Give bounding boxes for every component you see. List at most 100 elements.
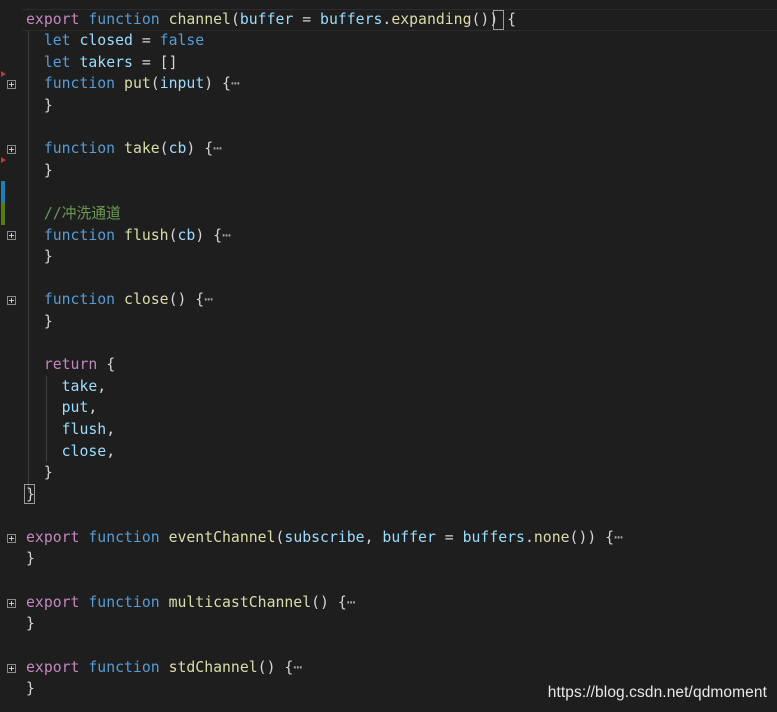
method-name: none: [533, 529, 570, 546]
code-line[interactable]: }: [26, 311, 53, 333]
punctuation: ) {: [195, 227, 223, 244]
variable-name: closed: [79, 32, 133, 49]
comment: //冲洗通道: [43, 205, 121, 222]
code-line[interactable]: }: [26, 548, 35, 570]
close-brace: }: [43, 162, 53, 179]
code-line[interactable]: flush,: [26, 419, 115, 441]
code-line[interactable]: function close() {⋯: [26, 289, 213, 311]
folded-ellipsis-icon[interactable]: ⋯: [213, 140, 222, 157]
code-line[interactable]: export function multicastChannel() {⋯: [26, 592, 356, 614]
code-line[interactable]: close,: [26, 441, 115, 463]
code-line[interactable]: }: [26, 246, 53, 268]
punctuation: .: [524, 529, 534, 546]
identifier: take: [61, 378, 98, 395]
identifier: buffers: [320, 11, 383, 28]
parameter: cb: [177, 227, 196, 244]
punctuation: () {: [311, 594, 347, 611]
punctuation: (: [159, 140, 169, 157]
folded-ellipsis-icon[interactable]: ⋯: [231, 75, 240, 92]
close-brace: }: [26, 615, 35, 632]
code-line[interactable]: put,: [26, 397, 98, 419]
code-line[interactable]: }: [26, 462, 53, 484]
close-brace: }: [26, 486, 35, 503]
code-line[interactable]: export function eventChannel(subscribe, …: [26, 527, 623, 549]
variable-name: takers: [79, 54, 133, 71]
code-line[interactable]: function flush(cb) {⋯: [26, 225, 231, 247]
punctuation: ) {: [204, 75, 231, 92]
punctuation: ,: [106, 421, 116, 438]
folded-ellipsis-icon[interactable]: ⋯: [347, 594, 356, 611]
keyword-function: function: [88, 11, 160, 28]
code-line[interactable]: export function stdChannel() {⋯: [26, 657, 302, 679]
keyword-function: function: [43, 227, 116, 244]
close-brace: }: [43, 313, 53, 330]
code-line[interactable]: }: [26, 613, 35, 635]
code-editor[interactable]: export function channel(buffer = buffers…: [0, 0, 777, 712]
keyword-export: export: [26, 659, 80, 676]
close-brace: }: [43, 97, 53, 114]
code-line[interactable]: function take(cb) {⋯: [26, 138, 222, 160]
code-line[interactable]: export function channel(buffer = buffers…: [26, 9, 516, 31]
keyword-export: export: [26, 11, 80, 28]
keyword-function: function: [88, 659, 160, 676]
keyword-let: let: [43, 54, 71, 71]
punctuation: (: [230, 11, 240, 28]
fold-expand-icon[interactable]: [7, 145, 16, 154]
code-line[interactable]: }: [26, 95, 53, 117]
fold-expand-icon[interactable]: [7, 599, 16, 608]
folded-ellipsis-icon[interactable]: ⋯: [293, 659, 302, 676]
function-name: stdChannel: [168, 659, 258, 676]
parameter: input: [159, 75, 205, 92]
keyword-function: function: [88, 594, 160, 611]
identifier: flush: [61, 421, 107, 438]
punctuation: ,: [88, 399, 98, 416]
identifier: put: [61, 399, 89, 416]
punctuation: () {: [168, 291, 205, 308]
folded-ellipsis-icon[interactable]: ⋯: [222, 227, 231, 244]
keyword-export: export: [26, 529, 80, 546]
keyword-return: return: [43, 356, 98, 373]
punctuation: ,: [97, 378, 107, 395]
keyword-function: function: [43, 75, 116, 92]
punctuation: ()) {: [569, 529, 615, 546]
fold-expand-icon[interactable]: [7, 664, 16, 673]
identifier: close: [61, 443, 107, 460]
breakpoint-marker-icon: [1, 157, 6, 163]
punctuation: =: [132, 32, 160, 49]
identifier: buffers: [462, 529, 525, 546]
code-line[interactable]: //冲洗通道: [26, 203, 121, 225]
code-line[interactable]: }: [26, 678, 35, 700]
punctuation: (: [150, 75, 160, 92]
punctuation: ) {: [186, 140, 214, 157]
folded-ellipsis-icon[interactable]: ⋯: [614, 529, 623, 546]
fold-expand-icon[interactable]: [7, 296, 16, 305]
code-line[interactable]: let closed = false: [26, 30, 204, 52]
change-bar-modified: [1, 181, 5, 203]
punctuation: () {: [257, 659, 294, 676]
code-line[interactable]: }: [26, 160, 53, 182]
punctuation: (: [168, 227, 178, 244]
folded-ellipsis-icon[interactable]: ⋯: [204, 291, 213, 308]
fold-expand-icon[interactable]: [7, 80, 16, 89]
code-line[interactable]: return {: [26, 354, 115, 376]
close-brace: }: [43, 248, 53, 265]
fold-expand-icon[interactable]: [7, 231, 16, 240]
change-bar-added: [1, 203, 5, 225]
fold-expand-icon[interactable]: [7, 534, 16, 543]
keyword-let: let: [43, 32, 71, 49]
punctuation: =: [293, 11, 321, 28]
watermark-url: https://blog.csdn.net/qdmoment: [547, 684, 767, 701]
punctuation: ()): [471, 11, 508, 28]
function-name: channel: [168, 11, 231, 28]
code-line[interactable]: take,: [26, 376, 107, 398]
close-brace: }: [26, 680, 35, 697]
code-line[interactable]: function put(input) {⋯: [26, 73, 240, 95]
breakpoint-marker-icon: [1, 71, 6, 77]
close-brace: }: [43, 464, 53, 481]
code-line[interactable]: let takers = []: [26, 52, 178, 74]
punctuation: .: [382, 11, 392, 28]
parameter: cb: [168, 140, 187, 157]
function-name: put: [124, 75, 151, 92]
keyword-export: export: [26, 594, 80, 611]
code-line[interactable]: }: [26, 484, 35, 506]
